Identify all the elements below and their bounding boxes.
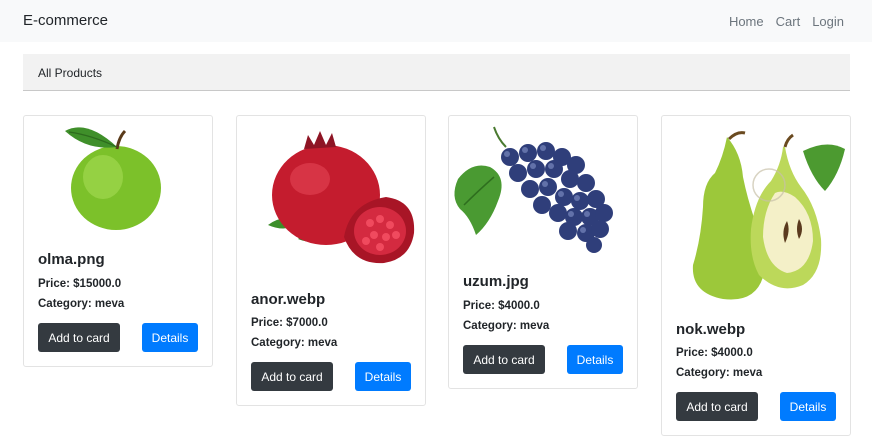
- product-image: [238, 117, 424, 279]
- product-category: Category: meva: [251, 337, 338, 349]
- product-image: [450, 117, 636, 259]
- product-title[interactable]: nok.webp: [676, 321, 745, 338]
- brand-title[interactable]: E-commerce: [23, 12, 108, 29]
- breadcrumb: All Products: [23, 54, 850, 91]
- product-category: Category: meva: [38, 298, 125, 310]
- add-to-cart-button[interactable]: Add to card: [38, 323, 120, 352]
- product-price: Price: $7000.0: [251, 317, 328, 329]
- add-to-cart-button[interactable]: Add to card: [251, 362, 333, 391]
- details-button[interactable]: Details: [355, 362, 411, 391]
- product-title[interactable]: olma.png: [38, 251, 105, 268]
- product-title[interactable]: anor.webp: [251, 291, 325, 308]
- product-image: [663, 117, 849, 309]
- product-card: nok.webp Price: $4000.0 Category: meva A…: [661, 115, 851, 436]
- product-card: uzum.jpg Price: $4000.0 Category: meva A…: [448, 115, 638, 389]
- details-button[interactable]: Details: [780, 392, 836, 421]
- product-category: Category: meva: [676, 367, 763, 379]
- add-to-cart-button[interactable]: Add to card: [463, 345, 545, 374]
- add-to-cart-button[interactable]: Add to card: [676, 392, 758, 421]
- product-image: [25, 117, 211, 242]
- product-title[interactable]: uzum.jpg: [463, 273, 529, 290]
- navbar: E-commerce Home Cart Login: [0, 0, 872, 42]
- nav-link-home[interactable]: Home: [729, 14, 764, 29]
- product-price: Price: $4000.0: [676, 347, 753, 359]
- product-price: Price: $4000.0: [463, 300, 540, 312]
- product-card: anor.webp Price: $7000.0 Category: meva …: [236, 115, 426, 406]
- breadcrumb-label: All Products: [38, 66, 103, 80]
- details-button[interactable]: Details: [142, 323, 198, 352]
- nav-link-login[interactable]: Login: [812, 14, 844, 29]
- product-price: Price: $15000.0: [38, 278, 122, 290]
- details-button[interactable]: Details: [567, 345, 623, 374]
- nav-links: Home Cart Login: [729, 14, 844, 29]
- product-card: olma.png Price: $15000.0 Category: meva …: [23, 115, 213, 367]
- nav-link-cart[interactable]: Cart: [776, 14, 801, 29]
- product-category: Category: meva: [463, 320, 550, 332]
